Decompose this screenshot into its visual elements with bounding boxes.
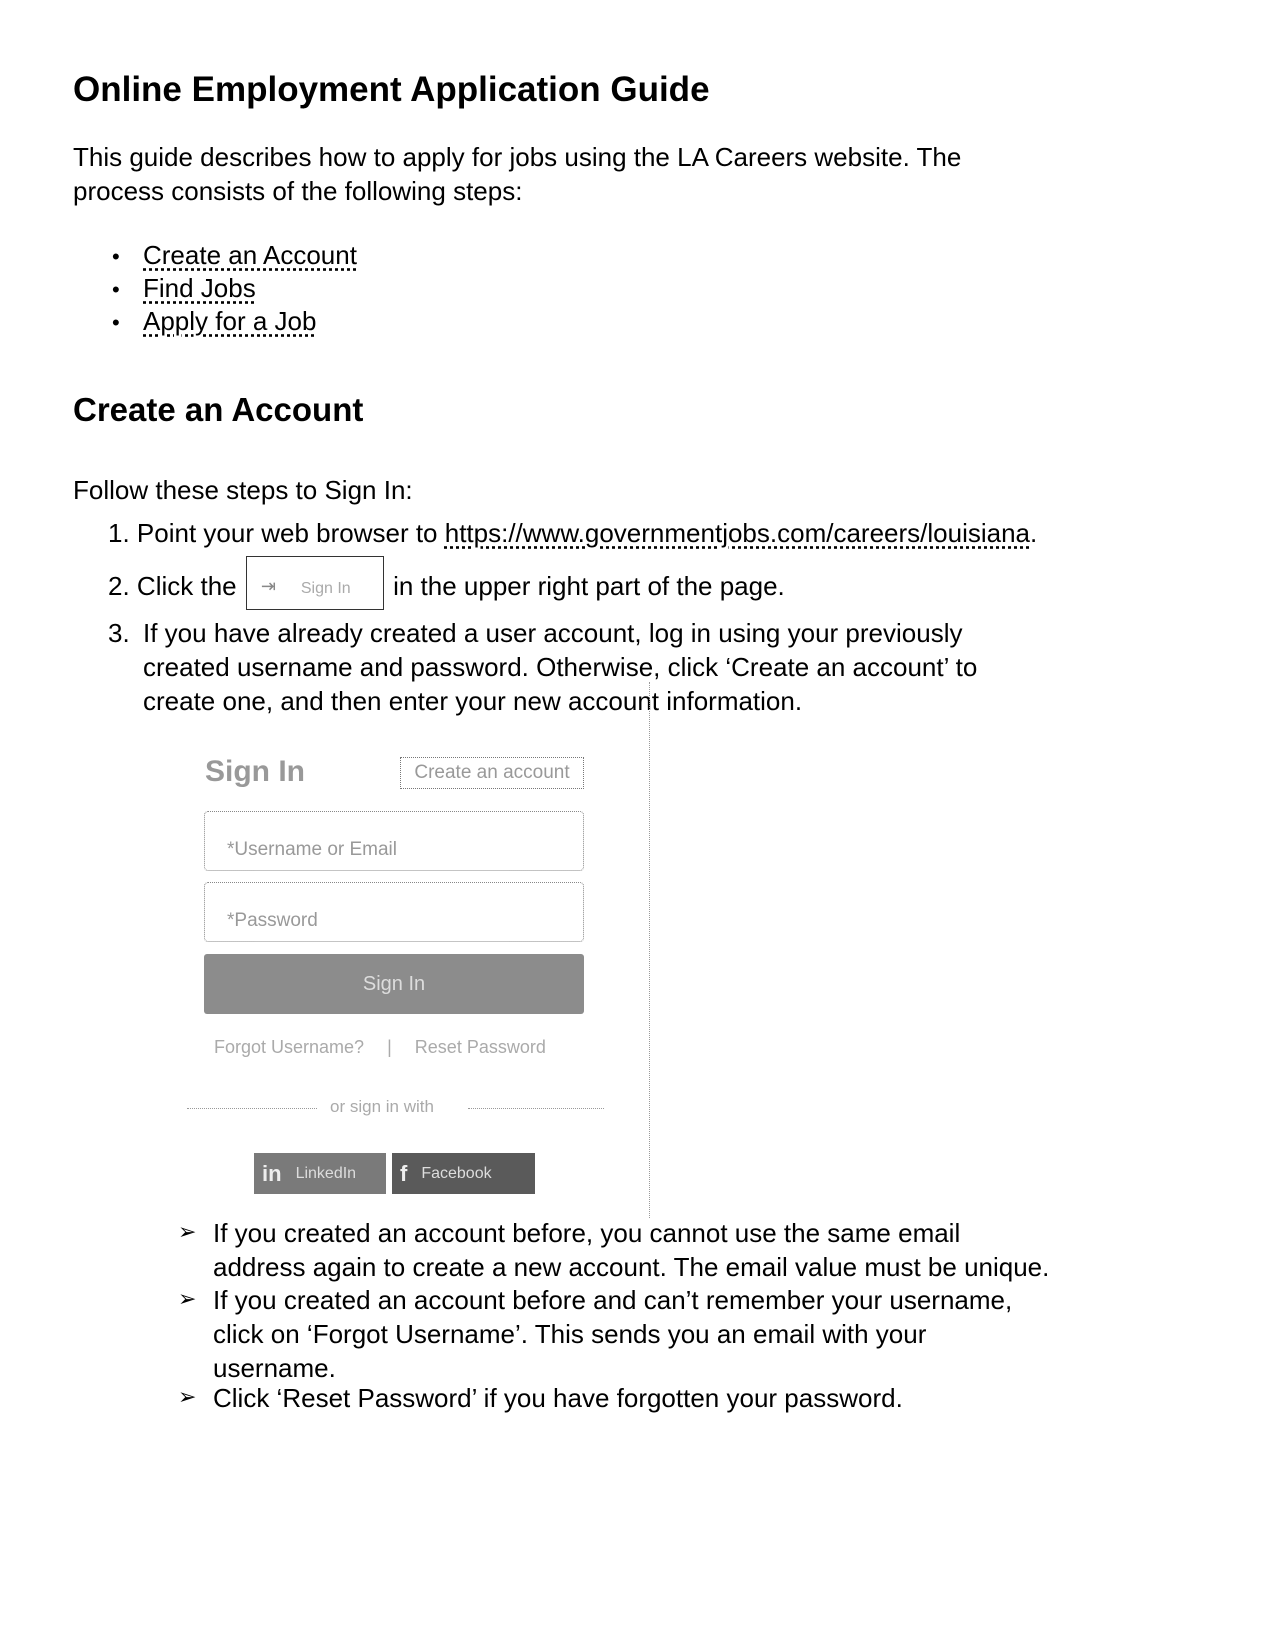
step-text: created username and password. Otherwise…: [143, 652, 978, 682]
section-lead: Follow these steps to Sign In:: [73, 475, 413, 505]
panel-divider: [649, 682, 650, 1218]
step-3: 3. If you have already created a user ac…: [108, 616, 977, 718]
sign-in-icon: ⇥: [260, 576, 276, 596]
create-account-link[interactable]: Create an account: [400, 757, 584, 789]
careers-url-link[interactable]: https://www.governmentjobs.com/careers/l…: [445, 518, 1030, 548]
intro-paragraph: This guide describes how to apply for jo…: [73, 140, 961, 208]
section-heading: Create an Account: [73, 391, 364, 428]
facebook-sign-in-button[interactable]: f Facebook: [392, 1153, 535, 1194]
step-number: 1.: [108, 518, 130, 548]
sign-in-label: Sign In: [300, 580, 351, 597]
bullet-icon: •: [112, 244, 120, 269]
note-text: If you created an account before and can…: [213, 1285, 1013, 1315]
note-text: Click ‘Reset Password’ if you have forgo…: [213, 1383, 903, 1413]
step-text: Click the: [136, 570, 244, 601]
username-email-input[interactable]: [204, 811, 584, 871]
forgot-username-link[interactable]: Forgot Username?: [214, 1037, 364, 1057]
step-text: create one, and then enter your new acco…: [143, 686, 803, 716]
facebook-label: Facebook: [421, 1164, 492, 1182]
note-item: Click ‘Reset Password’ if you have forgo…: [213, 1381, 903, 1415]
intro-line: This guide describes how to apply for jo…: [73, 142, 962, 172]
sign-in-title: Sign In: [205, 755, 305, 788]
step-text: Point your web browser to: [136, 518, 445, 548]
linkedin-sign-in-button[interactable]: in LinkedIn: [254, 1153, 386, 1194]
note-text: username.: [213, 1353, 336, 1383]
step-number: 2.: [108, 570, 130, 601]
arrow-bullet-icon: ➢: [178, 1286, 197, 1311]
toc-link-create-account[interactable]: Create an Account: [143, 238, 357, 272]
arrow-bullet-icon: ➢: [178, 1219, 197, 1244]
or-sign-in-with-label: or sign in with: [330, 1097, 434, 1116]
arrow-bullet-icon: ➢: [178, 1384, 197, 1409]
step-text: If you have already created a user accou…: [143, 618, 963, 648]
reset-password-link[interactable]: Reset Password: [415, 1037, 546, 1057]
link-separator: |: [387, 1037, 392, 1057]
step-text: in the upper right part of the page.: [385, 570, 785, 601]
note-item: If you created an account before, you ca…: [213, 1216, 1049, 1284]
intro-line: process consists of the following steps:: [73, 176, 523, 206]
divider-line: [187, 1108, 317, 1109]
note-text: click on ‘Forgot Username’. This sends y…: [213, 1319, 927, 1349]
sign-in-button-image[interactable]: ⇥ Sign In: [245, 556, 384, 610]
toc-link-find-jobs[interactable]: Find Jobs: [143, 271, 256, 305]
note-text: address again to create a new account. T…: [213, 1252, 1050, 1282]
password-input[interactable]: [204, 882, 584, 942]
sign-in-submit-button[interactable]: Sign In: [204, 954, 584, 1014]
facebook-icon: f: [400, 1160, 408, 1186]
step-text: .: [1030, 518, 1038, 548]
step-number: 3.: [108, 618, 130, 648]
divider-line: [468, 1108, 604, 1109]
account-help-links: Forgot Username? | Reset Password: [214, 1037, 546, 1058]
step-1: 1. Point your web browser to https://www…: [108, 516, 1037, 550]
note-item: If you created an account before and can…: [213, 1283, 1012, 1385]
linkedin-icon: in: [262, 1160, 282, 1186]
note-text: If you created an account before, you ca…: [213, 1218, 961, 1248]
page-title: Online Employment Application Guide: [73, 70, 710, 109]
linkedin-label: LinkedIn: [295, 1164, 357, 1182]
toc-link-apply-job[interactable]: Apply for a Job: [143, 304, 316, 338]
bullet-icon: •: [112, 277, 120, 302]
bullet-icon: •: [112, 310, 120, 335]
step-2: 2. Click the ⇥ Sign In in the upper right…: [108, 556, 785, 610]
